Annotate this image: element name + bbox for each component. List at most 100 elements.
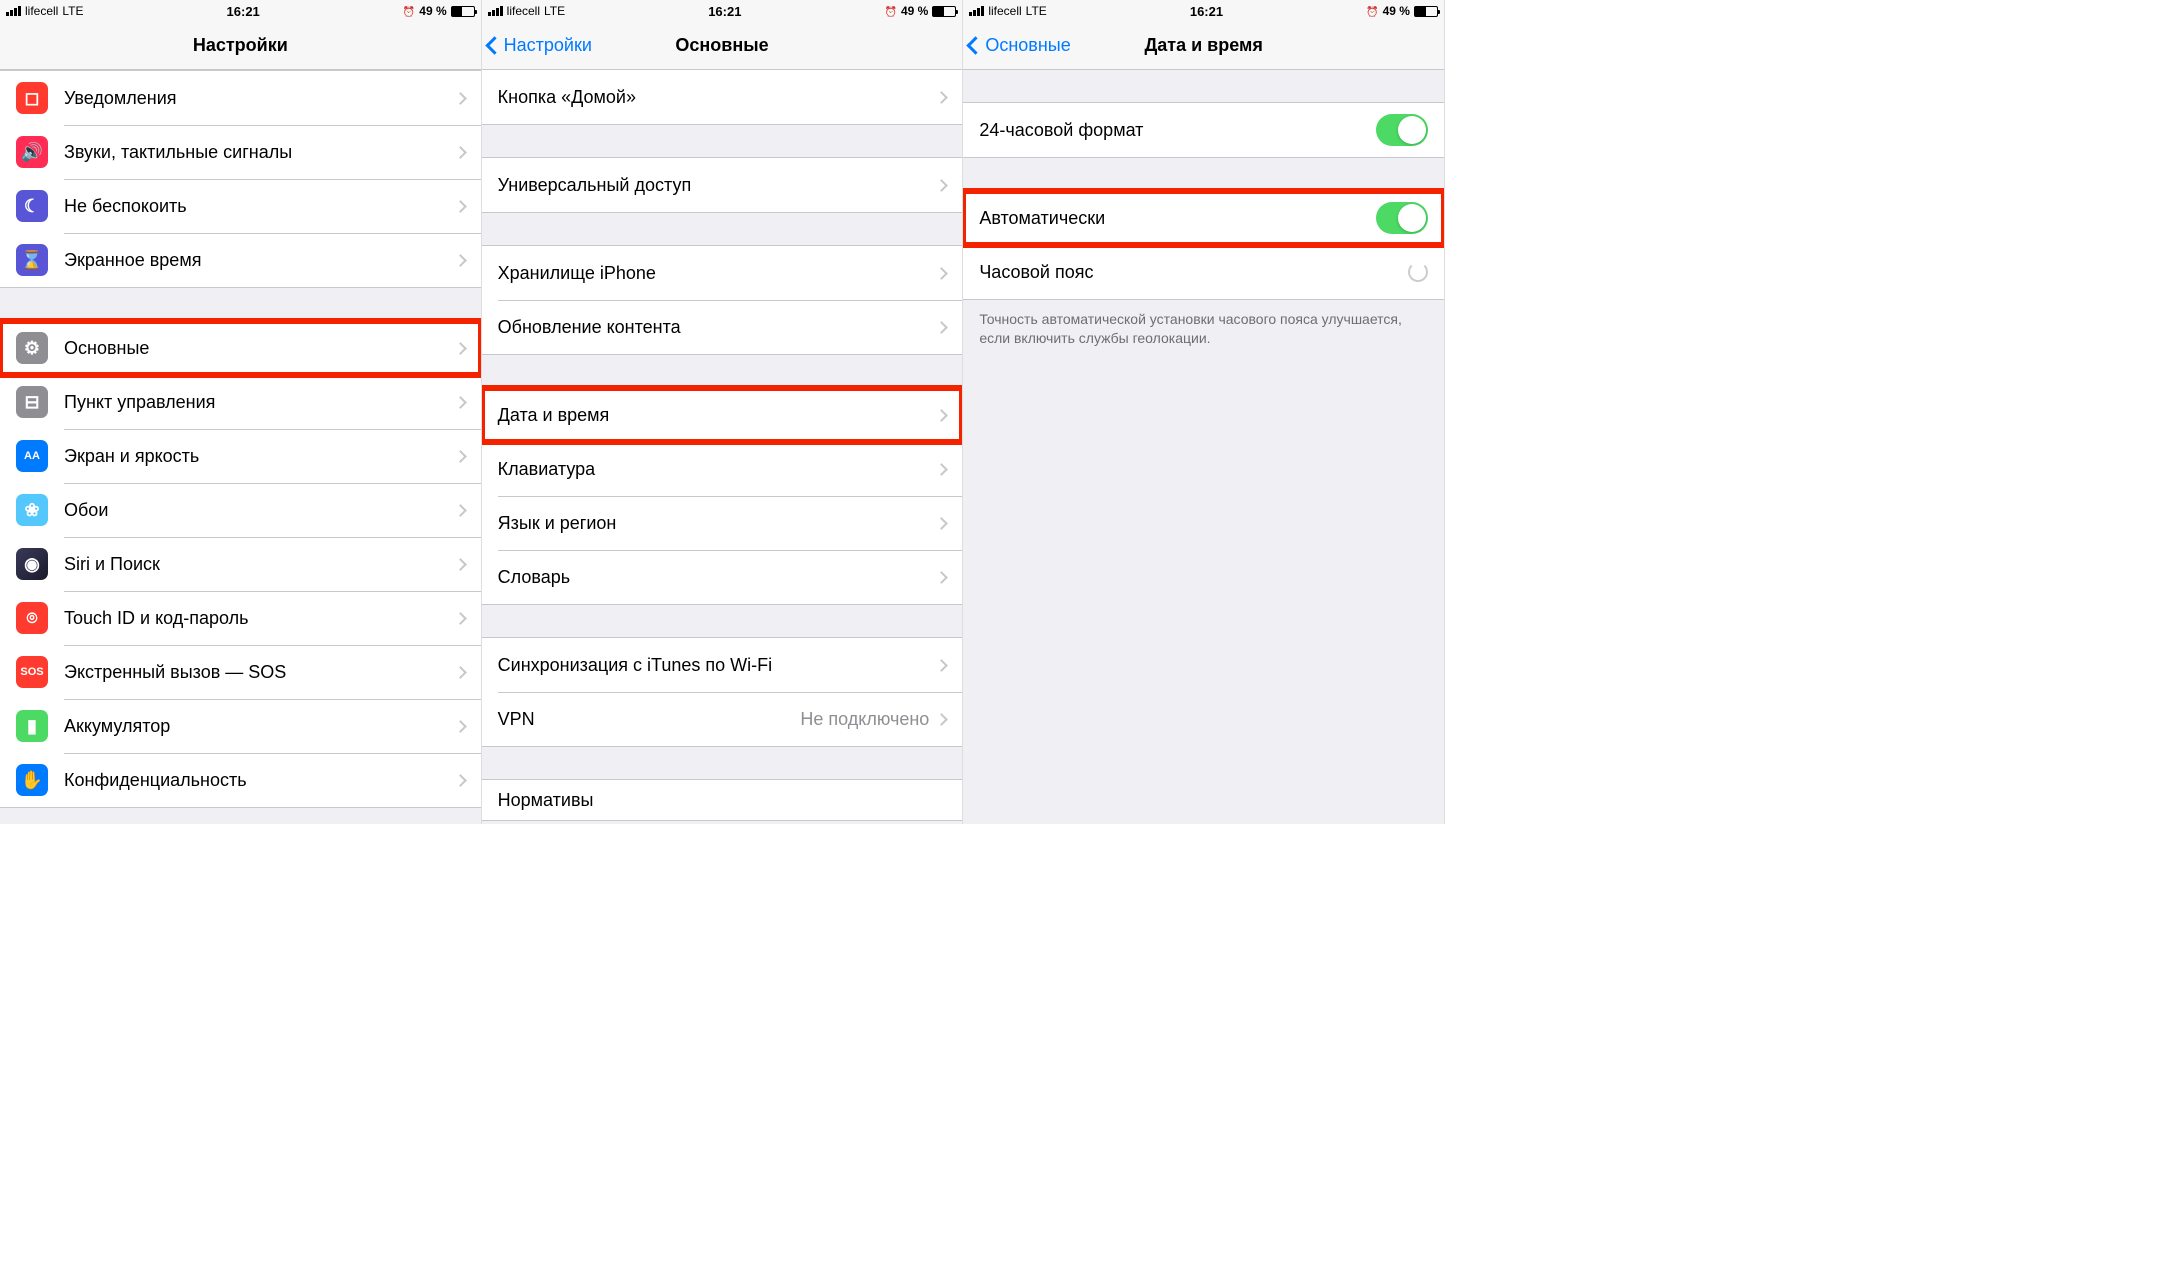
back-button[interactable]: Основные (969, 35, 1070, 56)
settings-row[interactable]: Обновление контента (482, 300, 963, 354)
settings-row[interactable]: Кнопка «Домой» (482, 70, 963, 124)
row-icon: ☾ (16, 190, 48, 222)
network-label: LTE (1026, 4, 1047, 18)
settings-row[interactable]: VPNНе подключено (482, 692, 963, 746)
settings-row[interactable]: Синхронизация с iTunes по Wi-Fi (482, 638, 963, 692)
row-timezone[interactable]: Часовой пояс (963, 245, 1444, 299)
row-label: Пункт управления (64, 392, 456, 413)
settings-row[interactable]: Клавиатура (482, 442, 963, 496)
row-icon: AA (16, 440, 48, 472)
status-bar: lifecell LTE 16:21 49 % (0, 0, 481, 22)
status-time: 16:21 (227, 4, 260, 19)
row-icon: ◻ (16, 82, 48, 114)
chevron-right-icon (935, 713, 948, 726)
alarm-icon (1366, 4, 1378, 18)
row-label: Язык и регион (498, 513, 938, 534)
chevron-right-icon (935, 321, 948, 334)
row-label: Конфиденциальность (64, 770, 456, 791)
chevron-left-icon (485, 36, 503, 54)
carrier-label: lifecell (988, 4, 1021, 18)
toggle-automatic[interactable] (1376, 202, 1428, 234)
chevron-right-icon (454, 200, 467, 213)
battery-icon (932, 6, 956, 17)
page-title: Дата и время (1144, 35, 1262, 56)
settings-row[interactable]: ◻ Уведомления (0, 71, 481, 125)
screen-datetime: lifecell LTE 16:21 49 % Основные Дата и … (963, 0, 1445, 824)
screen-settings: lifecell LTE 16:21 49 % Настройки ◻ Уведо… (0, 0, 482, 824)
settings-row[interactable]: ⚙Основные (0, 321, 481, 375)
row-label: Siri и Поиск (64, 554, 456, 575)
chevron-right-icon (454, 774, 467, 787)
settings-row[interactable]: ⌾Touch ID и код-пароль (0, 591, 481, 645)
settings-row[interactable]: ✋ Конфиденциальность (0, 753, 481, 807)
settings-row[interactable]: SOSЭкстренный вызов — SOS (0, 645, 481, 699)
chevron-right-icon (454, 450, 467, 463)
signal-icon (488, 6, 503, 16)
toggle-24hour[interactable] (1376, 114, 1428, 146)
row-icon: ◉ (16, 548, 48, 580)
row-label: Хранилище iPhone (498, 263, 938, 284)
settings-row[interactable]: ◉ Siri и Поиск (0, 537, 481, 591)
settings-row[interactable]: Нормативы (482, 780, 963, 820)
row-icon: ⌾ (16, 602, 48, 634)
chevron-right-icon (454, 92, 467, 105)
settings-row[interactable]: Хранилище iPhone (482, 246, 963, 300)
back-button[interactable]: Настройки (488, 35, 592, 56)
settings-row[interactable]: Универсальный доступ (482, 158, 963, 212)
chevron-right-icon (935, 409, 948, 422)
spinner-icon (1408, 262, 1428, 282)
row-label: Кнопка «Домой» (498, 87, 938, 108)
screen-general: lifecell LTE 16:21 49 % Настройки Основн… (482, 0, 964, 824)
battery-pct: 49 % (419, 4, 446, 18)
chevron-right-icon (935, 463, 948, 476)
settings-row[interactable]: ❀Обои (0, 483, 481, 537)
chevron-right-icon (935, 91, 948, 104)
page-title: Настройки (193, 35, 288, 56)
row-label: Нормативы (498, 790, 947, 811)
row-value: Не подключено (800, 709, 929, 730)
settings-row[interactable]: ⌛Экранное время (0, 233, 481, 287)
chevron-right-icon (454, 342, 467, 355)
chevron-right-icon (935, 659, 948, 672)
battery-icon (451, 6, 475, 17)
row-label: Уведомления (64, 88, 456, 109)
settings-row[interactable]: Язык и регион (482, 496, 963, 550)
row-24hour[interactable]: 24-часовой формат (963, 103, 1444, 157)
status-bar: lifecell LTE 16:21 49 % (963, 0, 1444, 22)
row-label: Обои (64, 500, 456, 521)
row-label: Экран и яркость (64, 446, 456, 467)
settings-row[interactable]: Словарь (482, 550, 963, 604)
signal-icon (969, 6, 984, 16)
row-icon: SOS (16, 656, 48, 688)
row-label: Экранное время (64, 250, 456, 271)
row-icon: ⊟ (16, 386, 48, 418)
chevron-right-icon (935, 267, 948, 280)
row-icon: ✋ (16, 764, 48, 796)
settings-row[interactable]: 🔊Звуки, тактильные сигналы (0, 125, 481, 179)
chevron-right-icon (454, 504, 467, 517)
settings-row[interactable]: ⊟ Пункт управления (0, 375, 481, 429)
nav-bar: Настройки Основные (482, 22, 963, 70)
nav-bar: Настройки (0, 22, 481, 70)
alarm-icon (884, 4, 896, 18)
settings-row[interactable]: Дата и время (482, 388, 963, 442)
battery-pct: 49 % (1383, 4, 1410, 18)
status-time: 16:21 (708, 4, 741, 19)
settings-row[interactable]: AA Экран и яркость (0, 429, 481, 483)
row-label: Универсальный доступ (498, 175, 938, 196)
chevron-right-icon (454, 666, 467, 679)
battery-pct: 49 % (901, 4, 928, 18)
chevron-right-icon (935, 571, 948, 584)
row-label: Дата и время (498, 405, 938, 426)
network-label: LTE (544, 4, 565, 18)
chevron-right-icon (454, 612, 467, 625)
row-automatic[interactable]: Автоматически (963, 191, 1444, 245)
row-label: Аккумулятор (64, 716, 456, 737)
row-label: Часовой пояс (979, 262, 1408, 283)
settings-row[interactable]: ☾Не беспокоить (0, 179, 481, 233)
row-label: 24-часовой формат (979, 120, 1376, 141)
settings-row[interactable]: ▮Аккумулятор (0, 699, 481, 753)
network-label: LTE (62, 4, 83, 18)
row-label: Клавиатура (498, 459, 938, 480)
chevron-right-icon (454, 146, 467, 159)
